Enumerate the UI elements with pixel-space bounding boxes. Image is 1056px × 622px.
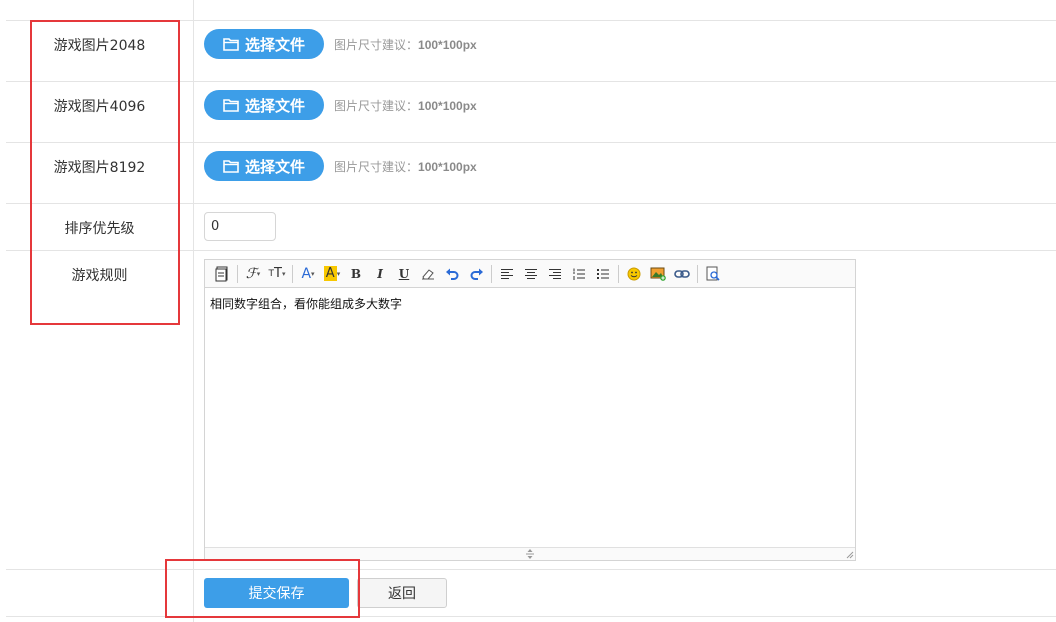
image-icon[interactable] [649, 264, 667, 284]
row-divider [6, 616, 1056, 617]
choose-file-button-2048[interactable]: 选择文件 [204, 29, 324, 59]
toolbar-separator [292, 264, 293, 283]
choose-file-label: 选择文件 [244, 35, 305, 54]
bold-icon[interactable]: B [347, 264, 365, 284]
drag-handle-icon[interactable] [523, 549, 537, 559]
image-size-hint: 图片尺寸建议：100*100px [334, 158, 477, 175]
folder-icon [223, 99, 239, 112]
highlight-box-labels [30, 20, 180, 325]
hint-size: 100*100px [418, 99, 477, 113]
folder-icon [223, 38, 239, 51]
hint-size: 100*100px [418, 38, 477, 52]
sort-priority-input[interactable]: 0 [204, 212, 276, 241]
toolbar-separator [697, 264, 698, 283]
column-divider [193, 0, 194, 622]
hint-prefix: 图片尺寸建议： [334, 99, 419, 113]
back-button[interactable]: 返回 [357, 578, 447, 608]
choose-file-button-4096[interactable]: 选择文件 [204, 90, 324, 120]
italic-icon[interactable]: I [371, 264, 389, 284]
eraser-icon[interactable] [419, 264, 437, 284]
align-center-icon[interactable] [522, 264, 540, 284]
hint-prefix: 图片尺寸建议： [334, 160, 419, 174]
source-icon[interactable] [213, 264, 231, 284]
hint-size: 100*100px [418, 160, 477, 174]
image-size-hint: 图片尺寸建议：100*100px [334, 97, 477, 114]
unordered-list-icon[interactable] [594, 264, 612, 284]
folder-icon [223, 160, 239, 173]
rich-text-editor[interactable]: ℱ ▾ T T ▾ A ▾ A ▾ B I U 相同数字组合，看你能组成多大数字 [204, 259, 856, 561]
toolbar-separator [618, 264, 619, 283]
choose-file-label: 选择文件 [244, 96, 305, 115]
hint-prefix: 图片尺寸建议： [334, 38, 419, 52]
redo-icon[interactable] [467, 264, 485, 284]
toolbar-separator [237, 264, 238, 283]
emoji-icon[interactable] [625, 264, 643, 284]
highlight-box-save [165, 559, 360, 618]
toolbar-separator [491, 264, 492, 283]
undo-icon[interactable] [443, 264, 461, 284]
resize-corner-icon[interactable] [846, 551, 854, 559]
image-size-hint: 图片尺寸建议：100*100px [334, 36, 477, 53]
font-family-icon[interactable]: ℱ ▾ [244, 264, 262, 284]
align-left-icon[interactable] [498, 264, 516, 284]
editor-toolbar: ℱ ▾ T T ▾ A ▾ A ▾ B I U [205, 260, 855, 288]
highlight-icon[interactable]: A ▾ [323, 264, 341, 284]
choose-file-button-8192[interactable]: 选择文件 [204, 151, 324, 181]
underline-icon[interactable]: U [395, 264, 413, 284]
preview-icon[interactable] [704, 264, 722, 284]
font-color-icon[interactable]: A ▾ [299, 264, 317, 284]
link-icon[interactable] [673, 264, 691, 284]
row-divider [6, 569, 1056, 570]
font-size-icon[interactable]: T T ▾ [268, 264, 286, 284]
editor-content[interactable]: 相同数字组合，看你能组成多大数字 [205, 288, 855, 319]
ordered-list-icon[interactable] [570, 264, 588, 284]
align-right-icon[interactable] [546, 264, 564, 284]
choose-file-label: 选择文件 [244, 157, 305, 176]
